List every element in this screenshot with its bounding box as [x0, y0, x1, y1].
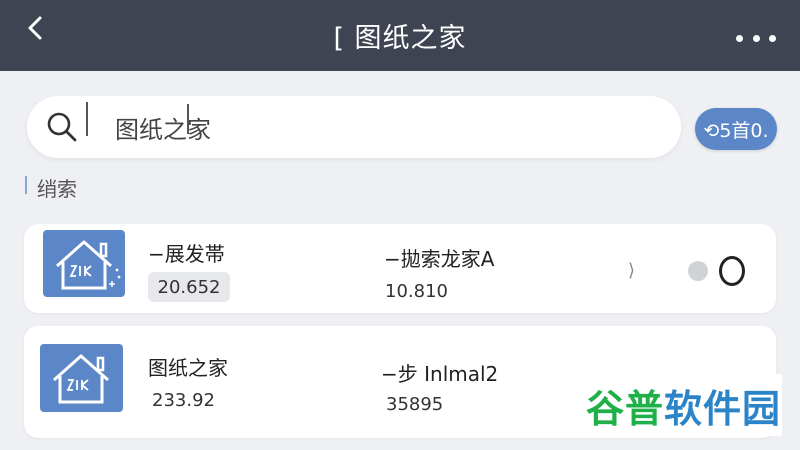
select-toggle[interactable]: [719, 256, 745, 286]
search-input[interactable]: [115, 106, 655, 148]
item-subtitle: −拋索龙家A: [384, 247, 495, 271]
watermark-logo: 谷普 软件园: [585, 374, 782, 436]
text-cursor-start: [86, 102, 88, 136]
item-subvalue: 10.810: [385, 281, 448, 302]
top-bar: [ 图纸之家: [0, 0, 800, 71]
house-icon: [40, 344, 123, 412]
more-options-icon[interactable]: [736, 32, 776, 44]
item-title: 图纸之家: [148, 356, 228, 380]
search-icon: [47, 112, 77, 142]
item-value: 233.92: [152, 390, 215, 411]
search-action-button[interactable]: ⟲5首0.: [695, 108, 777, 150]
search-bar: [27, 96, 681, 158]
watermark-part1: 谷普: [585, 386, 664, 431]
text-cursor-end: [187, 104, 189, 134]
status-dot: [688, 261, 708, 281]
item-subtitle: −步 Inlmal2: [381, 362, 499, 386]
item-value-badge: 20.652: [148, 272, 230, 302]
house-icon: [43, 230, 125, 297]
loading-indicator: ⟩: [628, 260, 636, 281]
page-title: [ 图纸之家: [333, 23, 467, 54]
list-item[interactable]: −展发帯 20.652 −拋索龙家A 10.810 ⟩: [24, 224, 776, 313]
item-title: −展发帯: [148, 242, 225, 266]
section-label: 绡索: [37, 177, 77, 201]
section-marker: [25, 176, 27, 194]
item-subvalue: 35895: [386, 394, 444, 415]
watermark-part2: 软件园: [664, 386, 782, 431]
